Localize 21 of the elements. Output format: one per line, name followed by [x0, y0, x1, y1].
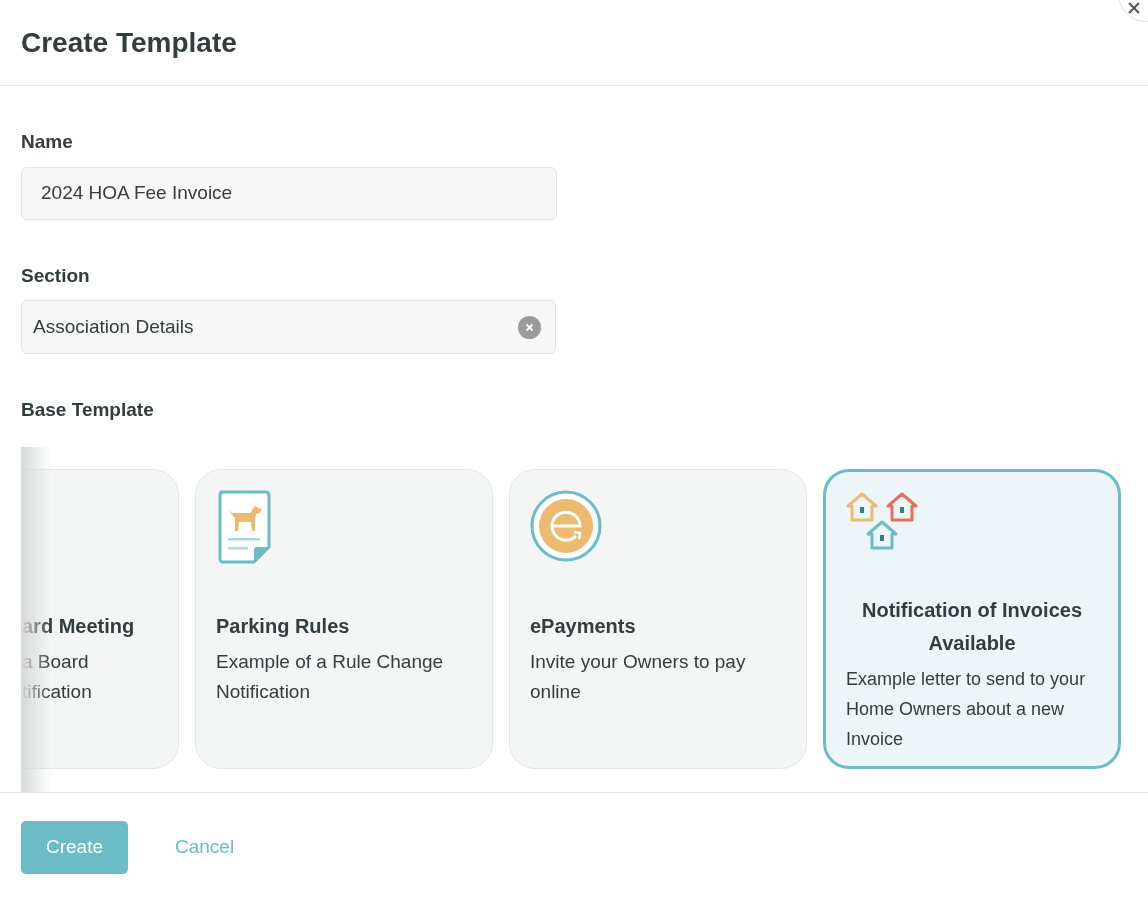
close-icon — [1127, 1, 1141, 15]
card-title: Parking Rules — [216, 614, 351, 639]
input-field[interactable]: 2024 HOA Fee Invoice — [21, 166, 557, 220]
dog-document-icon — [216, 490, 272, 564]
card-title: ePayments — [530, 614, 637, 639]
card-description: Example letter to send to your Home Owners about a new Invoice — [846, 668, 1087, 751]
card-description: a Board — [22, 650, 90, 674]
e-payment-icon — [530, 490, 602, 562]
template-card[interactable]: Parking Rules Example of a Rule Change Notification — [195, 469, 493, 769]
field-label: Name — [21, 130, 74, 154]
select-field[interactable]: Association Details — [21, 300, 556, 354]
card-title: Notification of Invoices Available — [861, 598, 1083, 656]
dialog-title: Create Template — [21, 25, 237, 60]
template-card[interactable]: ePayments Invite your Owners to pay online — [509, 469, 807, 769]
field-label: Base Template — [21, 398, 155, 422]
template-card[interactable]: Notification of Invoices Available Example letter to send to your Home Owners about a new Invoice — [823, 469, 1121, 769]
clear-icon[interactable] — [518, 315, 541, 339]
card-description: Example of a Rule Change Notification — [216, 650, 445, 704]
card-description: Invite your Owners to pay online — [530, 650, 747, 704]
card-title: ard Meeting — [22, 614, 136, 639]
field-label: Section — [21, 263, 91, 288]
